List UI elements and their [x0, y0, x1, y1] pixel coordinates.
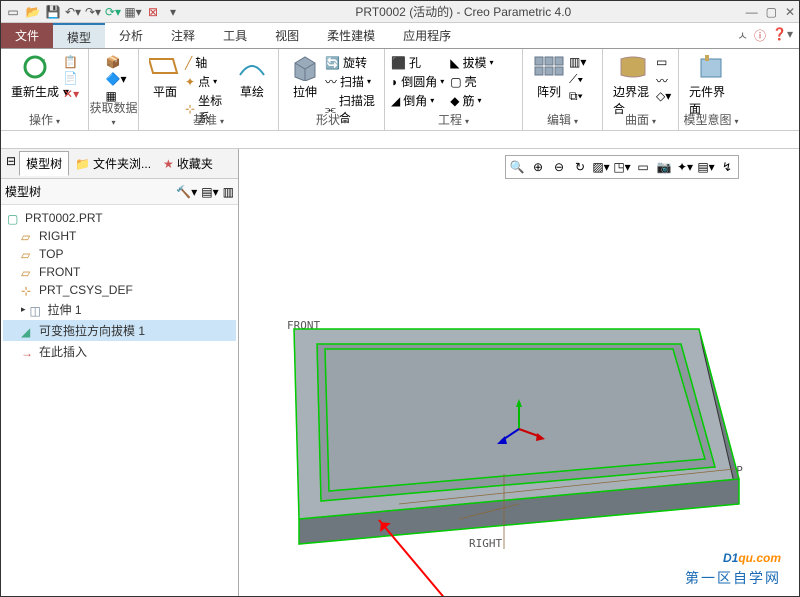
window-title: PRT0002 (活动的) - Creo Parametric 4.0: [181, 3, 746, 20]
tab-analysis[interactable]: 分析: [105, 23, 157, 48]
tab-app[interactable]: 应用程序: [389, 23, 465, 48]
blend-icon: [617, 53, 649, 81]
tab-annotate[interactable]: 注释: [157, 23, 209, 48]
save-icon[interactable]: 💾: [45, 4, 61, 20]
info-icon[interactable]: ⓘ: [754, 27, 766, 44]
tab-favorites[interactable]: ★收藏夹: [157, 151, 219, 176]
paste-icon[interactable]: 📄▾: [63, 71, 79, 85]
tree-toggle-icon[interactable]: ⊟: [3, 151, 19, 176]
tree-top[interactable]: ▱TOP: [3, 245, 236, 263]
import-icon[interactable]: 📦: [106, 55, 122, 69]
tree-extrude[interactable]: ▸◫拉伸 1: [3, 299, 236, 320]
rib-button[interactable]: ◆ 筋 ▾: [450, 91, 493, 110]
plane-icon: [149, 53, 181, 81]
qat-drop-icon[interactable]: ▾: [165, 4, 181, 20]
tab-folder[interactable]: 📁文件夹浏...: [69, 151, 157, 176]
mirror-icon[interactable]: ▥▾: [569, 55, 585, 69]
redo-icon[interactable]: ↷▾: [85, 4, 101, 20]
tree-root[interactable]: ▢PRT0002.PRT: [3, 209, 236, 227]
tab-view[interactable]: 视图: [261, 23, 313, 48]
axis-button[interactable]: ╱ 轴: [185, 53, 232, 72]
tree-insert[interactable]: →在此插入: [3, 341, 236, 362]
model-3d: [239, 149, 799, 579]
style-icon[interactable]: 〰: [656, 72, 672, 86]
regen-icon[interactable]: ⟳▾: [105, 4, 121, 20]
point-button[interactable]: ✦ 点 ▾: [185, 72, 232, 91]
ribbon-tabs: 文件 模型 分析 注释 工具 视图 柔性建模 应用程序 ㅅ ⓘ ❓▾: [1, 23, 799, 49]
minimize-ribbon-icon[interactable]: ㅅ: [737, 27, 748, 44]
undo-icon[interactable]: ↶▾: [65, 4, 81, 20]
regenerate-button[interactable]: 重新生成: [7, 51, 63, 102]
regen-big-icon: [19, 53, 51, 81]
viewport[interactable]: 🔍 ⊕ ⊖ ↻ ▨▾ ◳▾ ▭ 📷 ✦▾ ▤▾ ↯ FRONT TOP PRT_…: [239, 149, 799, 596]
new-icon[interactable]: ▭: [5, 4, 21, 20]
draft-button[interactable]: ◣ 拔模 ▾: [450, 53, 493, 72]
tree-panel-title: 模型树: [5, 183, 41, 200]
window-controls: — ▢ ✕: [746, 5, 795, 19]
pattern-icon: [533, 53, 565, 81]
minimize-icon[interactable]: —: [746, 5, 758, 19]
tree-draft[interactable]: ◢可变拖拉方向拔模 1: [3, 320, 236, 341]
open-icon[interactable]: 📂: [25, 4, 41, 20]
hole-button[interactable]: ⬛ 孔: [391, 53, 444, 72]
shell-button[interactable]: ▢ 壳: [450, 72, 493, 91]
copy-icon[interactable]: 📋: [63, 55, 79, 69]
main-area: ⊟ 模型树 📁文件夹浏... ★收藏夹 模型树 🔨▾ ▤▾ ▥ ▢PRT0002…: [1, 149, 799, 596]
close-window-icon[interactable]: ✕: [785, 5, 795, 19]
free-icon[interactable]: ◇▾: [656, 89, 672, 103]
tab-tools[interactable]: 工具: [209, 23, 261, 48]
trim-icon[interactable]: ⟋▾: [569, 72, 585, 86]
revolve-button[interactable]: 🔄 旋转: [325, 53, 378, 72]
tree-show-icon[interactable]: ▥: [223, 185, 234, 199]
tree-right[interactable]: ▱RIGHT: [3, 227, 236, 245]
component-ui-icon: [695, 53, 727, 81]
close-icon[interactable]: ⊠: [145, 4, 161, 20]
help-icon[interactable]: ❓▾: [772, 27, 793, 44]
fill-icon[interactable]: ▭: [656, 55, 672, 69]
window-icon[interactable]: ▦▾: [125, 4, 141, 20]
title-bar: ▭ 📂 💾 ↶▾ ↷▾ ⟳▾ ▦▾ ⊠ ▾ PRT0002 (活动的) - Cr…: [1, 1, 799, 23]
tab-file[interactable]: 文件: [1, 23, 53, 48]
maximize-icon[interactable]: ▢: [766, 5, 777, 19]
tab-modeltree[interactable]: 模型树: [19, 151, 69, 176]
tab-model[interactable]: 模型: [53, 23, 105, 48]
ribbon: 重新生成 📋 📄▾ ✕▾ 操作 ▾ 📦 🔷▾ ▦ 获取数据 ▾ 平面 ╱ 轴: [1, 49, 799, 131]
extrude-icon: [289, 53, 321, 81]
pattern-button[interactable]: 阵列: [529, 51, 569, 103]
tree-settings-icon[interactable]: 🔨▾: [176, 185, 197, 199]
tab-flex[interactable]: 柔性建模: [313, 23, 389, 48]
delete-icon[interactable]: ✕▾: [63, 87, 79, 101]
round-button[interactable]: ◗ 倒圆角 ▾: [391, 72, 444, 91]
sweep-button[interactable]: 〰 扫描 ▾: [325, 72, 378, 91]
merge-icon[interactable]: ⧉▾: [569, 89, 585, 103]
sidebar: ⊟ 模型树 📁文件夹浏... ★收藏夹 模型树 🔨▾ ▤▾ ▥ ▢PRT0002…: [1, 149, 239, 596]
component-ui-button[interactable]: 元件界面: [685, 51, 737, 119]
component-icon[interactable]: 🔷▾: [106, 72, 122, 86]
tree-filter-icon[interactable]: ▤▾: [201, 185, 218, 199]
chamfer-button[interactable]: ◢ 倒角 ▾: [391, 91, 444, 110]
tree-csys[interactable]: ⊹PRT_CSYS_DEF: [3, 281, 236, 299]
model-tree: ▢PRT0002.PRT ▱RIGHT ▱TOP ▱FRONT ⊹PRT_CSY…: [1, 205, 238, 366]
tree-front[interactable]: ▱FRONT: [3, 263, 236, 281]
blend-button[interactable]: 边界混合: [609, 51, 656, 119]
quick-access-toolbar: ▭ 📂 💾 ↶▾ ↷▾ ⟳▾ ▦▾ ⊠ ▾: [5, 4, 181, 20]
watermark: D1qu.com 第一区自学网: [685, 532, 781, 588]
sketch-icon: [236, 53, 268, 81]
